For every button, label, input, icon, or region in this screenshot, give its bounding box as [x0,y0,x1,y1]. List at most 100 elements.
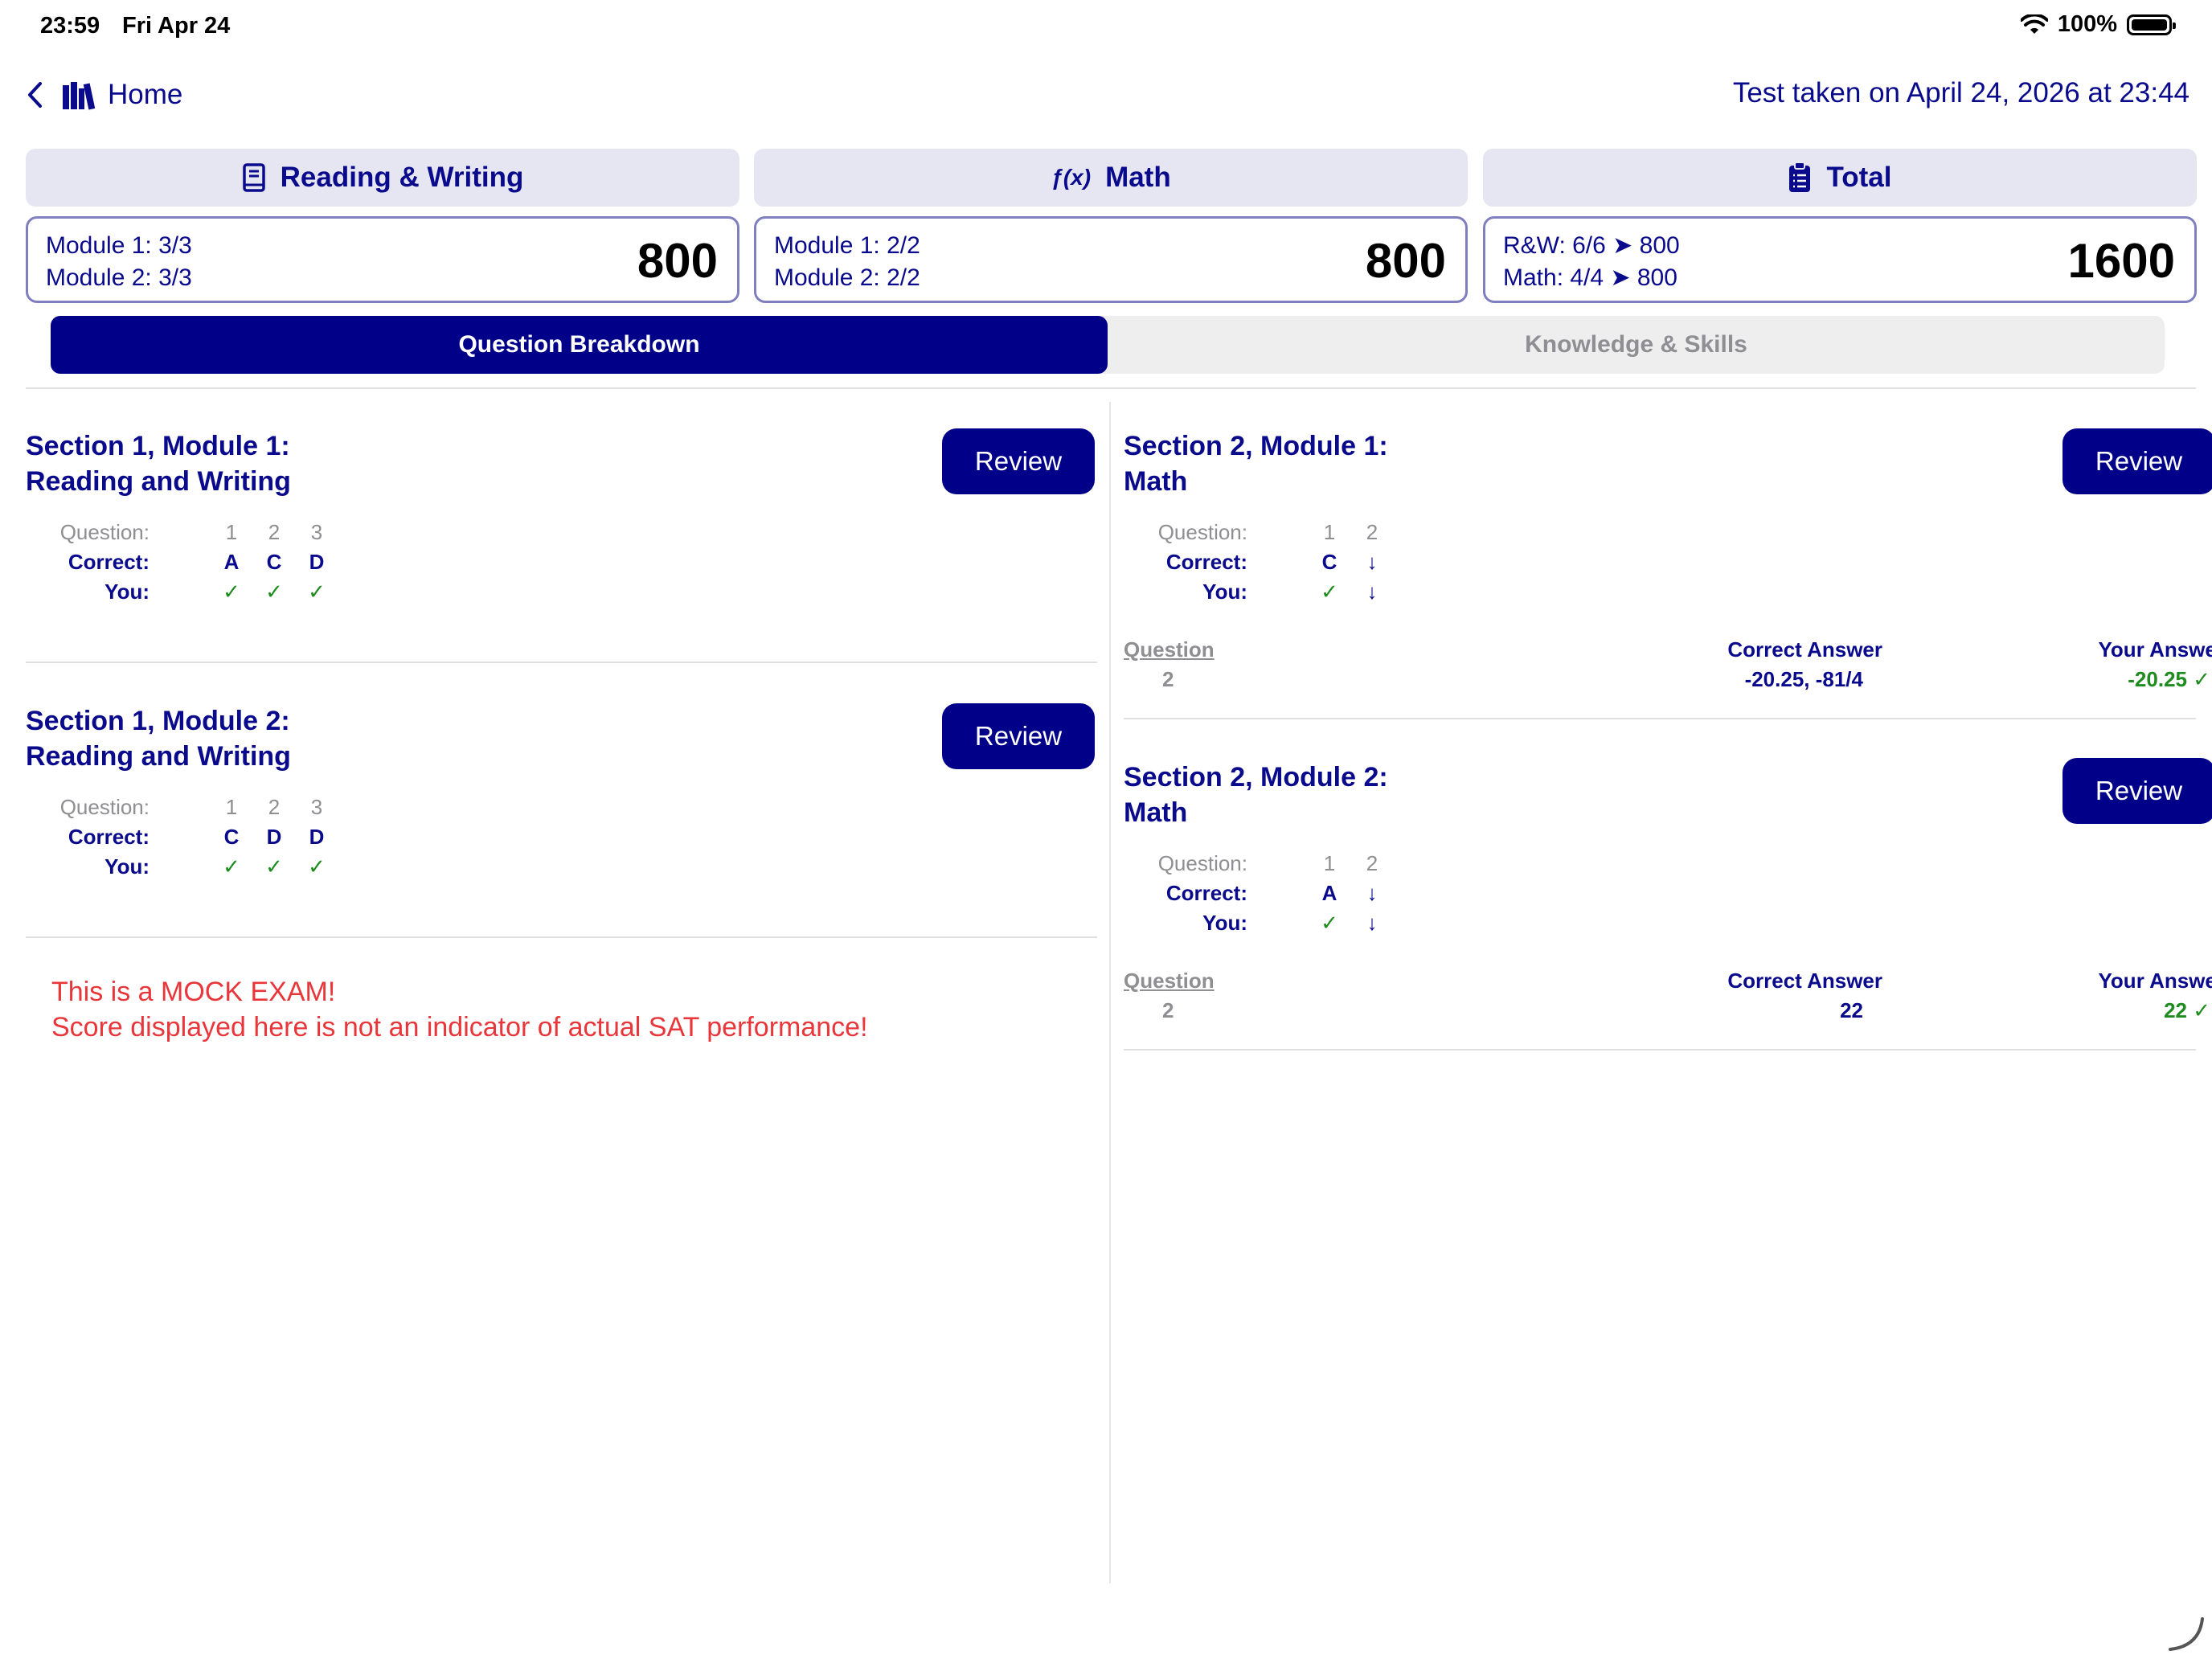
question-label: Question: [59,795,150,819]
divider [26,387,2196,389]
question-number: 2 [268,520,281,544]
math-scaled-score: 800 [1365,234,1446,288]
function-icon: ƒ(x) [1051,165,1092,190]
col-your-label: Your Answer [2098,637,2212,662]
column-divider [1109,402,1111,1583]
question-number: 3 [310,795,323,819]
rw-score-card: Reading & Writing Module 1: 3/3 Module 2… [26,149,739,303]
correct-answer: A [1321,881,1337,905]
home-link[interactable]: Home [108,79,182,111]
correct-label: Correct: [1165,881,1247,905]
module-title: Section 2, Module 2: [1124,762,1388,793]
col-your-label: Your Answer [2098,969,2212,993]
math-score-title: Math [1105,162,1171,193]
divider [1124,1049,2196,1051]
review-button[interactable]: Review [942,703,1095,769]
status-bar: 23:59 Fri Apr 24 100% [0,0,2212,51]
review-button[interactable]: Review [942,428,1095,494]
module-subtitle: Math [1124,466,1188,497]
divider [26,936,1097,938]
math-score-box: Module 1: 2/2 Module 2: 2/2 800 [754,216,1468,303]
check-icon: ✓ [308,580,326,604]
you-label: You: [1202,580,1247,604]
status-date: Fri Apr 24 [122,13,231,39]
module-subtitle: Math [1124,797,1188,828]
module-title: Section 2, Module 1: [1124,431,1388,461]
check-icon: ✓ [308,854,326,879]
arrow-down-icon: ↓ [1366,881,1378,905]
module-math1: Section 2, Module 1: Math Review Questio… [1124,428,2212,719]
check-icon: ✓ [265,580,283,604]
total-score-title: Total [1826,162,1892,193]
you-label: You: [104,580,150,604]
question-label: Question: [1157,520,1247,544]
total-score-header: Total [1483,149,2197,207]
module-rw1: Section 1, Module 1: Reading and Writing… [26,428,1097,663]
mock-exam-warning: This is a MOCK EXAM! Score displayed her… [51,974,868,1045]
book-icon [242,163,265,192]
detail-question-number: 2 [1162,998,1174,1022]
check-icon: ✓ [265,854,283,879]
module-rw2: Section 1, Module 2: Reading and Writing… [26,703,1097,938]
home-nav[interactable]: Home [26,72,182,117]
check-icon: ✓ [223,580,240,604]
battery-icon [2127,14,2176,35]
question-number: 1 [1323,520,1336,544]
col-question-header: Question [1124,637,1215,662]
check-icon: ✓ [223,854,240,879]
check-icon: ✓ [1321,911,1338,935]
tab-question-breakdown[interactable]: Question Breakdown [51,316,1108,374]
col-correct-label: Correct Answer [1727,969,1882,993]
mock-warning-line1: This is a MOCK EXAM! [51,977,336,1007]
total-scaled-score: 1600 [2067,234,2175,288]
correct-answer: C [1321,550,1337,574]
rw-score-box: Module 1: 3/3 Module 2: 3/3 800 [26,216,739,303]
module-title: Section 1, Module 2: [26,706,290,736]
detail-your-answer: -20.25 ✓ [2128,667,2210,691]
wifi-icon [2020,14,2048,34]
detail-question-number: 2 [1162,667,1174,691]
col-question-header: Question [1124,969,1215,993]
correct-label: Correct: [1165,550,1247,574]
detail-correct-answer: -20.25, -81/4 [1744,667,1863,691]
arrow-down-icon: ↓ [1366,911,1378,935]
detail-correct-answer: 22 [1840,998,1863,1022]
review-button[interactable]: Review [2062,428,2212,494]
chevron-left-icon[interactable] [26,80,43,109]
check-icon: ✓ [1321,580,1338,604]
books-icon [63,82,96,110]
math-score-card: ƒ(x) Math Module 1: 2/2 Module 2: 2/2 80… [754,149,1468,303]
question-number: 1 [225,795,238,819]
correct-answer: D [266,825,282,849]
rw-score-title: Reading & Writing [280,162,524,193]
module-title: Section 1, Module 1: [26,431,290,461]
question-number: 1 [1323,851,1336,875]
test-taken-date: Test taken on April 24, 2026 at 23:44 [1732,77,2189,109]
resize-handle-icon[interactable] [2167,1614,2207,1654]
correct-answer: C [266,550,282,574]
status-right: 100% [2020,11,2176,38]
total-score-box: R&W: 6/6 ➤ 800 Math: 4/4 ➤ 800 1600 [1483,216,2197,303]
arrow-down-icon: ↓ [1366,550,1378,574]
module-subtitle: Reading and Writing [26,466,291,497]
math-score-header: ƒ(x) Math [754,149,1468,207]
correct-answer: A [223,550,240,574]
correct-answer: D [309,550,325,574]
divider [1124,718,2196,719]
math-module2-score: Module 2: 2/2 [774,264,920,291]
review-button[interactable]: Review [2062,758,2212,824]
detail-your-answer: 22 ✓ [2164,998,2210,1022]
total-score-card: Total R&W: 6/6 ➤ 800 Math: 4/4 ➤ 800 160… [1483,149,2197,303]
tab-knowledge-skills[interactable]: Knowledge & Skills [1108,316,2165,374]
clipboard-icon [1789,162,1811,192]
you-label: You: [1202,911,1247,935]
view-segmented-control: Question Breakdown Knowledge & Skills [51,316,2165,374]
rw-score-header: Reading & Writing [26,149,739,207]
battery-percent: 100% [2057,11,2117,37]
rw-scaled-score: 800 [637,234,718,288]
arrow-down-icon: ↓ [1366,580,1378,604]
correct-answer: D [309,825,325,849]
module-subtitle: Reading and Writing [26,741,291,772]
correct-label: Correct: [68,550,150,574]
divider [26,662,1097,663]
